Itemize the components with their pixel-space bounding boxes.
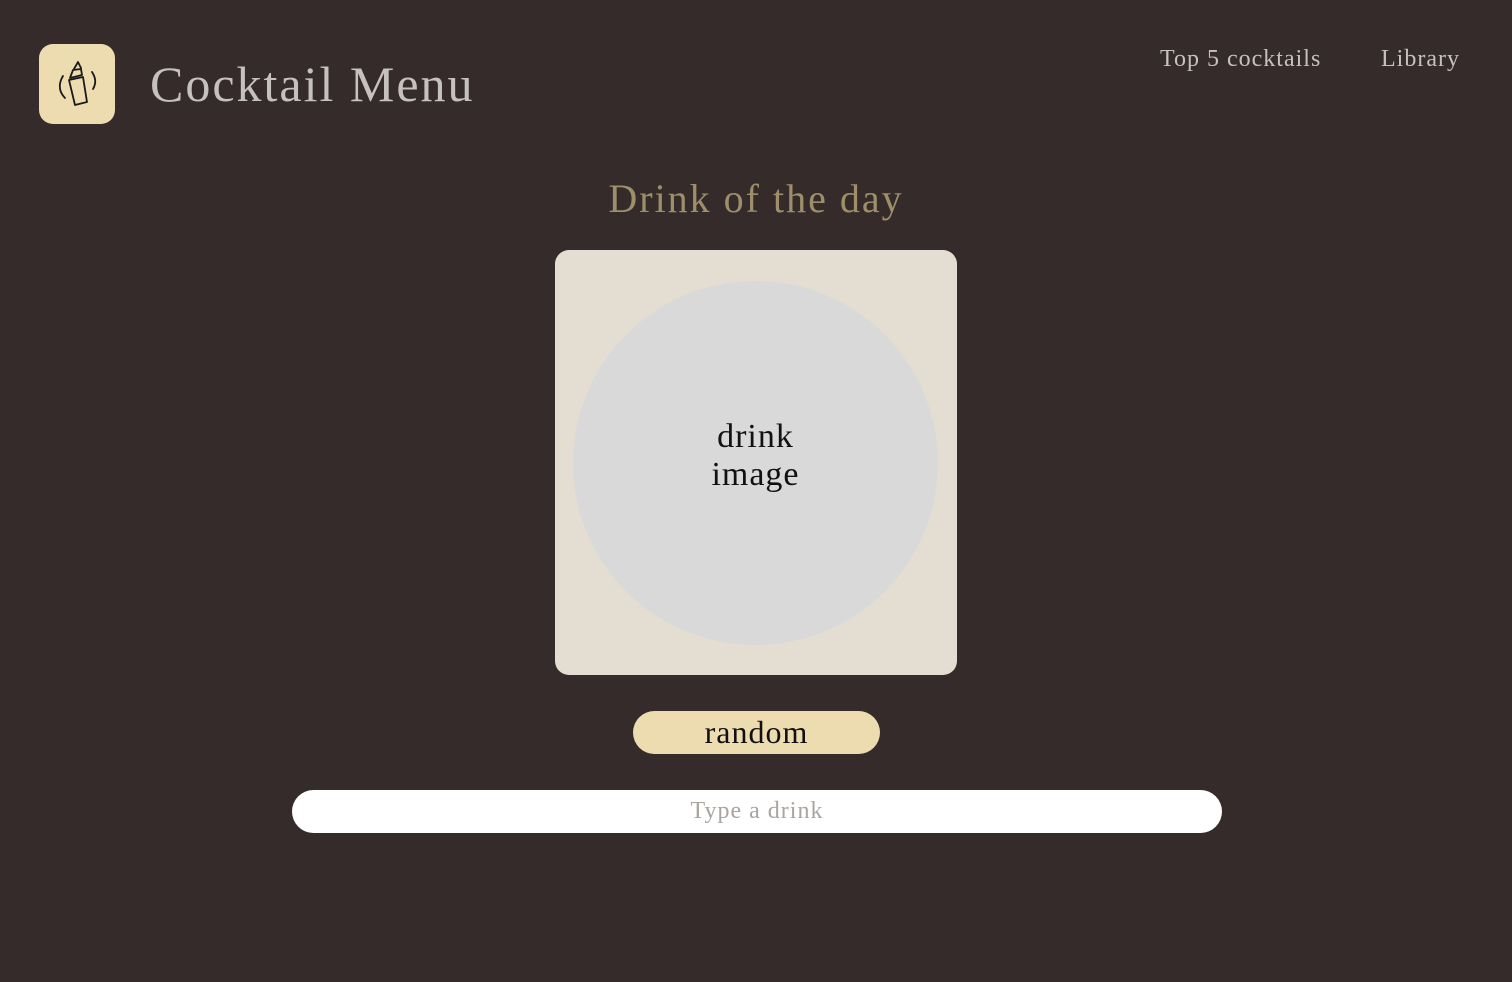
cocktail-shaker-icon [58, 61, 97, 106]
drink-image-label-line-1: drink [717, 418, 794, 455]
nav-top-5-cocktails[interactable]: Top 5 cocktails [1160, 44, 1321, 74]
drink-image-label-line-2: image [711, 456, 800, 493]
drink-search-input[interactable] [292, 790, 1222, 833]
section-title: Drink of the day [608, 176, 904, 221]
page: Cocktail Menu Top 5 cocktails Library Dr… [0, 0, 1512, 982]
drink-of-the-day-card: drink image [555, 250, 957, 675]
drink-image-label: drink image [686, 418, 826, 494]
drink-image-placeholder: drink image [573, 281, 938, 645]
app-title: Cocktail Menu [150, 56, 475, 112]
random-button[interactable]: random [633, 711, 880, 754]
nav-library[interactable]: Library [1381, 44, 1460, 74]
logo[interactable] [39, 44, 115, 124]
